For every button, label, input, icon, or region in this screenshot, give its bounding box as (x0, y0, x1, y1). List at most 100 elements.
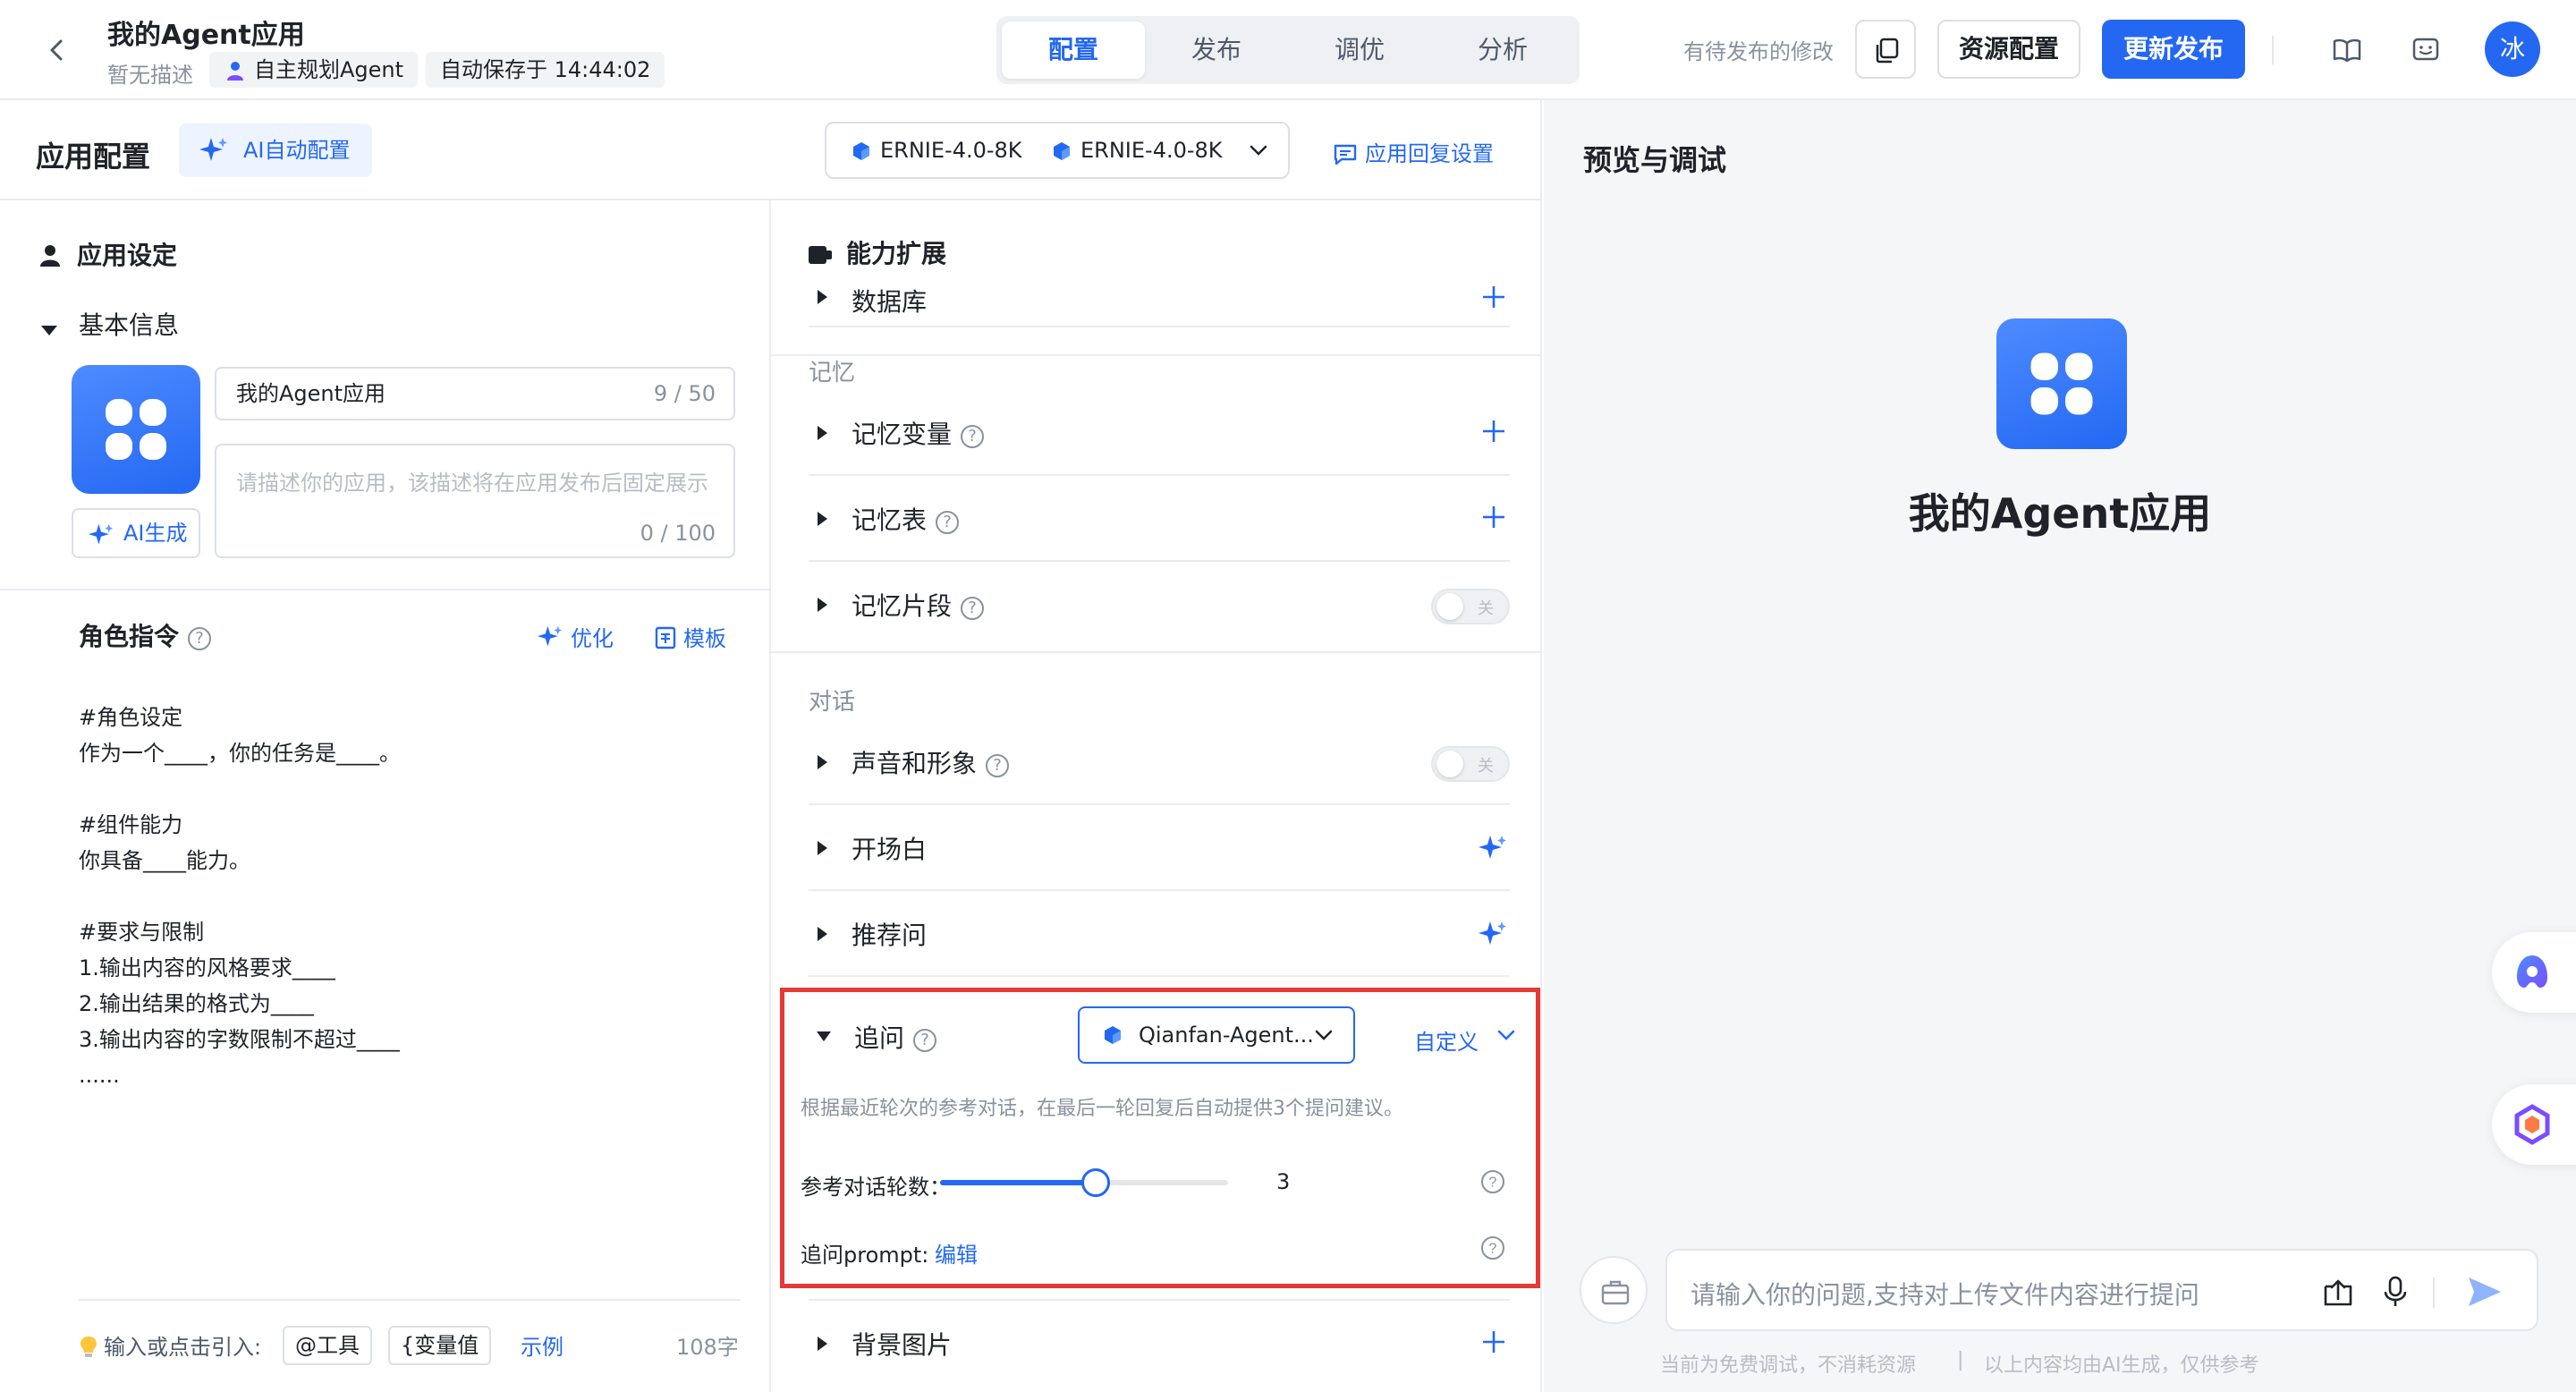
preview-app-icon (1996, 318, 2127, 449)
memory-variables-label: 记忆变量? (852, 415, 985, 451)
sparkle-icon[interactable] (1478, 834, 1508, 862)
tab-tuning[interactable]: 调优 (1288, 21, 1431, 79)
app-settings-title: 应用设定 (39, 236, 177, 272)
reply-settings-link[interactable]: 应用回复设置 (1333, 136, 1494, 167)
memory-snippet-label: 记忆片段? (852, 587, 985, 623)
capability-panel: 数据库 能力扩展 记忆 记忆变量? 记忆表? 记忆片段? 关 对话 声音和形象?… (771, 200, 1542, 1392)
assistant-icon (2517, 955, 2547, 988)
clover-icon (2030, 352, 2093, 415)
plus-icon[interactable] (1478, 501, 1510, 533)
background-image-row[interactable]: 背景图片 (809, 1299, 1510, 1385)
insert-variable-chip[interactable]: {变量值 (388, 1326, 492, 1365)
memory-table-row[interactable]: 记忆表? (809, 476, 1510, 562)
recommend-question-row[interactable]: 推荐问 (809, 891, 1510, 977)
help-icon[interactable]: ? (961, 425, 985, 448)
optimize-button[interactable]: 优化 (537, 621, 614, 652)
caret-down-icon[interactable] (817, 1031, 831, 1041)
cube-icon (1054, 142, 1070, 160)
voice-avatar-toggle[interactable]: 关 (1431, 746, 1510, 782)
basic-info-toggle[interactable]: 基本信息 (39, 306, 179, 342)
caret-right-icon (818, 927, 827, 941)
plus-icon[interactable] (1478, 281, 1510, 313)
copy-button[interactable] (1855, 20, 1916, 79)
dialog-group-title: 对话 (809, 689, 856, 716)
followup-model-name: Qianfan-Agent... (1139, 1023, 1314, 1048)
model-item-1: ERNIE-4.0-8K (852, 123, 1022, 177)
toggle-knob (1436, 593, 1463, 620)
model-selector[interactable]: ERNIE-4.0-8K ERNIE-4.0-8K (825, 122, 1290, 179)
help-icon[interactable]: ? (986, 754, 1010, 777)
caret-right-icon (818, 755, 827, 769)
app-description-input[interactable]: 请描述你的应用，该描述将在应用发布后固定展示 0 / 100 (215, 444, 735, 558)
tab-config[interactable]: 配置 (1002, 21, 1145, 79)
template-icon (655, 626, 676, 649)
user-avatar[interactable]: 冰 (2485, 21, 2540, 77)
main-tabs: 配置 发布 调优 分析 (996, 16, 1580, 84)
update-publish-button[interactable]: 更新发布 (2102, 20, 2245, 79)
role-instruction-editor[interactable]: #角色设定 作为一个____，你的任务是____。 #组件能力 你具备____能… (79, 700, 741, 1093)
lightbulb-icon (80, 1337, 97, 1357)
disclaimer-separator: | (1957, 1349, 1964, 1371)
help-icon[interactable]: ? (936, 511, 960, 534)
assistant-float-button[interactable] (2492, 932, 2576, 1013)
insert-hint-label: 输入或点击引入: (104, 1335, 262, 1360)
capability-label: 能力扩展 (846, 239, 947, 268)
plus-icon[interactable] (1478, 415, 1510, 447)
reference-rounds-value: 3 (1276, 1169, 1291, 1194)
send-icon[interactable] (2465, 1274, 2504, 1310)
toolbox-button[interactable] (1580, 1256, 1648, 1324)
voice-avatar-row[interactable]: 声音和形象? 关 (809, 719, 1510, 805)
memory-snippet-toggle[interactable]: 关 (1431, 589, 1510, 624)
app-description[interactable]: 暂无描述 (107, 57, 193, 89)
top-bar: 我的Agent应用 暂无描述 自主规划Agent 自动保存于 14:44:02 … (0, 0, 2576, 100)
example-link[interactable]: 示例 (521, 1329, 564, 1361)
back-arrow-icon[interactable] (39, 32, 75, 68)
help-icon[interactable]: ? (1480, 1169, 1505, 1194)
caret-right-icon (818, 290, 827, 304)
feedback-icon[interactable] (2408, 32, 2444, 68)
cube-icon (1105, 1026, 1121, 1044)
plus-icon[interactable] (1478, 1326, 1510, 1358)
resource-config-button[interactable]: 资源配置 (1937, 20, 2080, 79)
tab-analysis[interactable]: 分析 (1431, 21, 1574, 79)
help-icon[interactable]: ? (913, 1029, 937, 1052)
opening-label: 开场白 (852, 835, 928, 864)
app-icon[interactable] (72, 365, 200, 494)
chat-input[interactable]: 请输入你的问题,支持对上传文件内容进行提问 (1665, 1249, 2538, 1331)
header-divider (2272, 36, 2274, 64)
caret-right-icon (818, 426, 827, 440)
followup-prompt-label: 追问prompt: (801, 1243, 929, 1268)
followup-model-selector[interactable]: Qianfan-Agent... (1078, 1006, 1355, 1064)
sparkle-icon[interactable] (1478, 920, 1508, 948)
tab-publish[interactable]: 发布 (1145, 21, 1288, 79)
toggle-state: 关 (1478, 757, 1494, 776)
help-icon[interactable]: ? (1480, 1235, 1505, 1260)
preview-app-name: 我的Agent应用 (1908, 489, 2212, 538)
opening-row[interactable]: 开场白 (809, 805, 1510, 891)
slider-handle[interactable] (1080, 1168, 1110, 1197)
reference-rounds-slider[interactable] (940, 1168, 1228, 1197)
insert-tool-chip[interactable]: @工具 (283, 1326, 372, 1365)
memory-snippet-row[interactable]: 记忆片段? 关 (809, 562, 1510, 648)
microphone-icon[interactable] (2377, 1274, 2413, 1310)
help-icon[interactable]: ? (961, 597, 985, 620)
clover-icon (106, 399, 166, 460)
editor-divider (79, 1299, 741, 1301)
config-title: 应用配置 (36, 140, 151, 174)
help-icon[interactable]: ? (188, 627, 212, 650)
custom-link[interactable]: 自定义 (1414, 1024, 1479, 1056)
svg-text:?: ? (1489, 1176, 1497, 1191)
book-icon[interactable] (2329, 32, 2365, 68)
copy-icon (1876, 38, 1899, 64)
reply-settings-label: 应用回复设置 (1365, 141, 1494, 166)
upload-icon[interactable] (2320, 1274, 2356, 1310)
ai-auto-config-button[interactable]: AI自动配置 (179, 123, 372, 177)
chevron-down-icon[interactable] (1496, 1028, 1516, 1042)
memory-variables-row[interactable]: 记忆变量? (809, 390, 1510, 476)
app-name-input[interactable]: 我的Agent应用 9 / 50 (215, 367, 735, 420)
ai-generate-button[interactable]: AI生成 (72, 508, 200, 558)
edit-prompt-link[interactable]: 编辑 (935, 1237, 978, 1269)
template-button[interactable]: 模板 (655, 621, 726, 652)
caret-down-icon (41, 326, 57, 335)
plugin-float-button[interactable] (2492, 1084, 2576, 1165)
